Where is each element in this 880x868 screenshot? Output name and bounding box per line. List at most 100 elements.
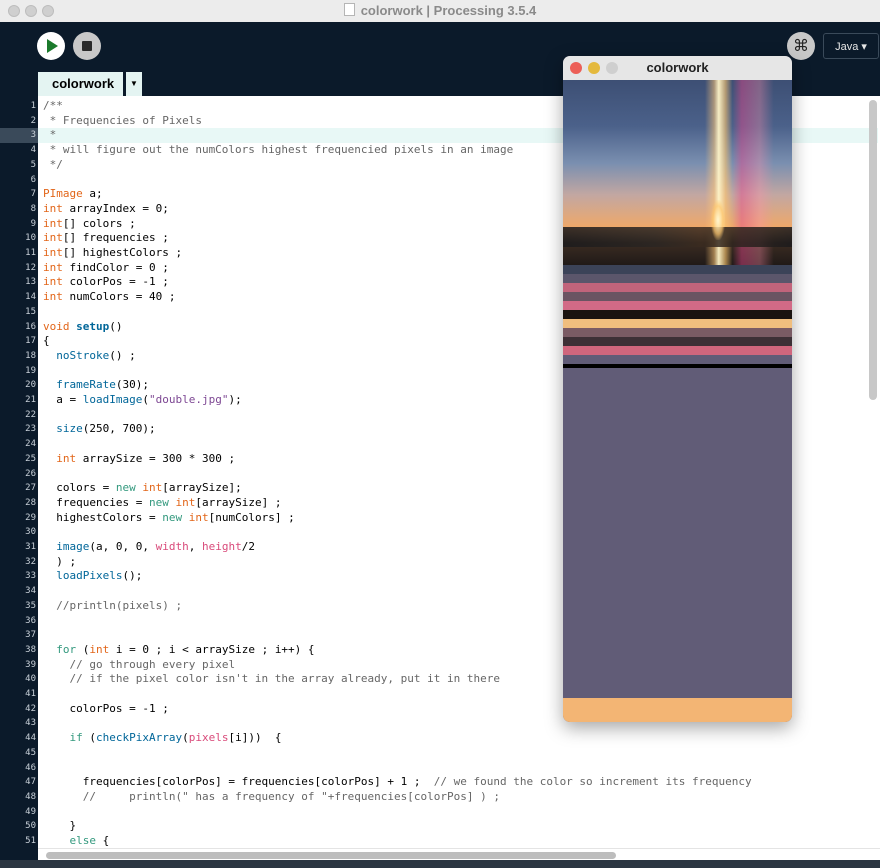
line-number: 30 xyxy=(25,527,36,538)
code-line[interactable]: * Frequencies of Pixels xyxy=(43,114,202,129)
line-number: 10 xyxy=(25,233,36,244)
code-line[interactable]: PImage a; xyxy=(43,187,103,202)
code-line[interactable]: highestColors = new int[numColors] ; xyxy=(43,511,294,526)
window-title: colorwork | Processing 3.5.4 xyxy=(360,3,537,18)
code-line[interactable]: int[] frequencies ; xyxy=(43,231,169,246)
color-stripe xyxy=(563,355,792,364)
code-line[interactable]: noStroke() ; xyxy=(43,349,135,364)
line-number: 4 xyxy=(30,145,36,156)
color-stripe xyxy=(563,337,792,346)
line-number: 7 xyxy=(30,189,36,200)
line-number: 15 xyxy=(25,306,36,317)
line-number: 11 xyxy=(25,248,36,258)
line-number: 34 xyxy=(25,586,36,597)
code-line[interactable]: int colorPos = -1 ; xyxy=(43,275,169,290)
line-number: 16 xyxy=(25,321,36,332)
code-line[interactable]: loadPixels(); xyxy=(43,569,142,584)
line-number: 14 xyxy=(25,292,36,303)
code-line[interactable]: * will figure out the numColors highest … xyxy=(43,143,514,158)
line-number: 12 xyxy=(25,262,36,273)
tab-colorwork[interactable]: colorwork xyxy=(38,72,123,96)
stop-button[interactable] xyxy=(73,32,101,60)
line-number: 27 xyxy=(25,483,36,494)
code-line[interactable]: { xyxy=(43,334,50,349)
code-line[interactable]: ) ; xyxy=(43,555,76,570)
line-number: 37 xyxy=(25,630,36,641)
sketch-window[interactable]: colorwork xyxy=(563,56,792,722)
line-number: 35 xyxy=(25,600,36,611)
code-line[interactable]: a = loadImage("double.jpg"); xyxy=(43,393,241,408)
sketch-photo xyxy=(563,80,792,265)
code-line[interactable]: colorPos = -1 ; xyxy=(43,702,168,717)
status-bar xyxy=(0,860,880,868)
code-line[interactable]: } xyxy=(43,819,76,834)
line-number: 28 xyxy=(25,497,36,508)
line-number: 46 xyxy=(25,762,36,773)
code-line[interactable]: frequencies = new int[arraySize] ; xyxy=(43,496,281,511)
line-number: 25 xyxy=(25,453,36,464)
color-stripe xyxy=(563,319,792,328)
line-number: 2 xyxy=(30,115,36,126)
code-line[interactable]: frameRate(30); xyxy=(43,378,149,393)
line-number: 33 xyxy=(25,571,36,582)
code-line[interactable]: frequencies[colorPos] = frequencies[colo… xyxy=(43,775,752,790)
line-number: 6 xyxy=(30,174,36,185)
mode-selector[interactable]: Java ▾ xyxy=(823,33,879,59)
line-number: 29 xyxy=(25,512,36,523)
code-line[interactable]: /** xyxy=(43,99,63,114)
line-number: 39 xyxy=(25,659,36,670)
line-number: 9 xyxy=(30,218,36,229)
code-line[interactable]: */ xyxy=(43,158,63,173)
code-line[interactable]: size(250, 700); xyxy=(43,422,155,437)
code-line[interactable]: int numColors = 40 ; xyxy=(43,290,175,305)
line-number: 43 xyxy=(25,718,36,729)
color-stripe xyxy=(563,364,792,368)
photo-horizon xyxy=(563,227,792,247)
line-number: 1 xyxy=(30,101,36,111)
color-stripe xyxy=(563,265,792,274)
line-number: 20 xyxy=(25,380,36,391)
window-title-wrap: colorwork | Processing 3.5.4 xyxy=(0,3,880,18)
color-stripe xyxy=(563,346,792,355)
code-line[interactable]: * xyxy=(43,128,57,143)
code-line[interactable]: image(a, 0, 0, width, height/2 xyxy=(43,540,255,555)
code-line[interactable]: //println(pixels) ; xyxy=(43,599,182,614)
line-number: 31 xyxy=(25,542,36,552)
color-stripe xyxy=(563,283,792,292)
code-line[interactable]: // go through every pixel xyxy=(43,658,236,673)
code-line[interactable]: else { xyxy=(43,834,110,849)
code-line[interactable]: void setup() xyxy=(43,320,123,335)
horizontal-scrollbar[interactable] xyxy=(46,852,616,859)
line-number: 22 xyxy=(25,409,36,420)
color-stripe xyxy=(563,274,792,283)
code-line[interactable]: colors = new int[arraySize]; xyxy=(43,481,241,496)
line-number: 48 xyxy=(25,791,36,802)
line-number: 42 xyxy=(25,703,36,714)
code-line[interactable]: // if the pixel color isn't in the array… xyxy=(43,672,500,687)
color-stripe xyxy=(563,328,792,337)
code-line[interactable]: for (int i = 0 ; i < arraySize ; i++) { xyxy=(43,643,314,658)
vertical-scrollbar[interactable] xyxy=(869,100,877,400)
line-number: 50 xyxy=(25,821,36,832)
code-line[interactable]: int[] highestColors ; xyxy=(43,246,182,261)
line-number: 21 xyxy=(25,395,36,405)
line-number: 19 xyxy=(25,365,36,376)
sketch-title: colorwork xyxy=(646,60,709,75)
code-line[interactable]: int findColor = 0 ; xyxy=(43,261,169,276)
line-number: 24 xyxy=(25,439,36,450)
tab-menu-button[interactable]: ▼ xyxy=(126,72,142,96)
line-number: 47 xyxy=(25,777,36,788)
code-line[interactable]: if (checkPixArray(pixels[i])) { xyxy=(43,731,282,746)
line-number: 17 xyxy=(25,336,36,347)
color-stripe xyxy=(563,301,792,310)
code-line[interactable]: int[] colors ; xyxy=(43,217,136,232)
line-number: 41 xyxy=(25,689,36,699)
document-icon xyxy=(343,3,355,16)
code-line[interactable]: // println(" has a frequency of "+freque… xyxy=(43,790,500,805)
code-line[interactable]: int arrayIndex = 0; xyxy=(43,202,169,217)
code-line[interactable]: int arraySize = 300 * 300 ; xyxy=(43,452,235,467)
photo-sun xyxy=(711,200,725,240)
run-button[interactable] xyxy=(37,32,65,60)
color-stripe xyxy=(563,310,792,319)
line-number: 26 xyxy=(25,468,36,479)
